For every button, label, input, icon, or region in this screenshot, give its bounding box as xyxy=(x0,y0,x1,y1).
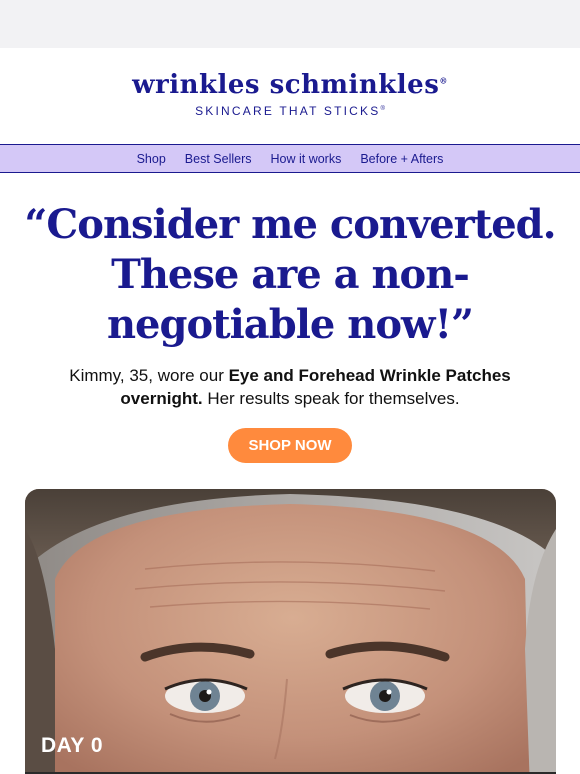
brand-tagline: SKINCARE THAT STICKS® xyxy=(0,104,580,118)
cta-wrapper: SHOP NOW xyxy=(0,428,580,463)
face-photo-illustration xyxy=(25,489,556,774)
day-label: DAY 0 xyxy=(41,734,104,757)
nav-item-before-afters[interactable]: Before + Afters xyxy=(360,152,443,166)
nav-item-shop[interactable]: Shop xyxy=(137,152,166,166)
subcopy-prefix: Kimmy, 35, wore our xyxy=(69,366,229,385)
shop-now-button[interactable]: SHOP NOW xyxy=(228,428,352,463)
nav-bar: Shop Best Sellers How it works Before + … xyxy=(0,144,580,173)
brand-name-text: wrinkles schminkles xyxy=(132,70,440,100)
testimonial-subcopy: Kimmy, 35, wore our Eye and Forehead Wri… xyxy=(0,364,580,410)
brand-header: wrinkles schminkles® SKINCARE THAT STICK… xyxy=(0,48,580,144)
headline-line-2: These are a non- xyxy=(111,251,470,298)
nav-item-best-sellers[interactable]: Best Sellers xyxy=(185,152,252,166)
nav-item-how-it-works[interactable]: How it works xyxy=(271,152,342,166)
subcopy-suffix: Her results speak for themselves. xyxy=(202,389,460,408)
before-photo[interactable]: DAY 0 xyxy=(25,489,556,774)
top-gap xyxy=(0,0,580,48)
brand-logo[interactable]: wrinkles schminkles® xyxy=(0,70,580,100)
headline-line-3: negotiable now!” xyxy=(106,301,474,348)
email-card: wrinkles schminkles® SKINCARE THAT STICK… xyxy=(0,48,580,774)
headline-line-1: “Consider me converted. xyxy=(24,201,556,248)
brand-registered-mark: ® xyxy=(439,75,448,86)
brand-tagline-text: SKINCARE THAT STICKS xyxy=(195,104,381,118)
testimonial-headline: “Consider me converted. These are a non-… xyxy=(0,200,580,350)
tagline-registered-mark: ® xyxy=(380,106,385,112)
